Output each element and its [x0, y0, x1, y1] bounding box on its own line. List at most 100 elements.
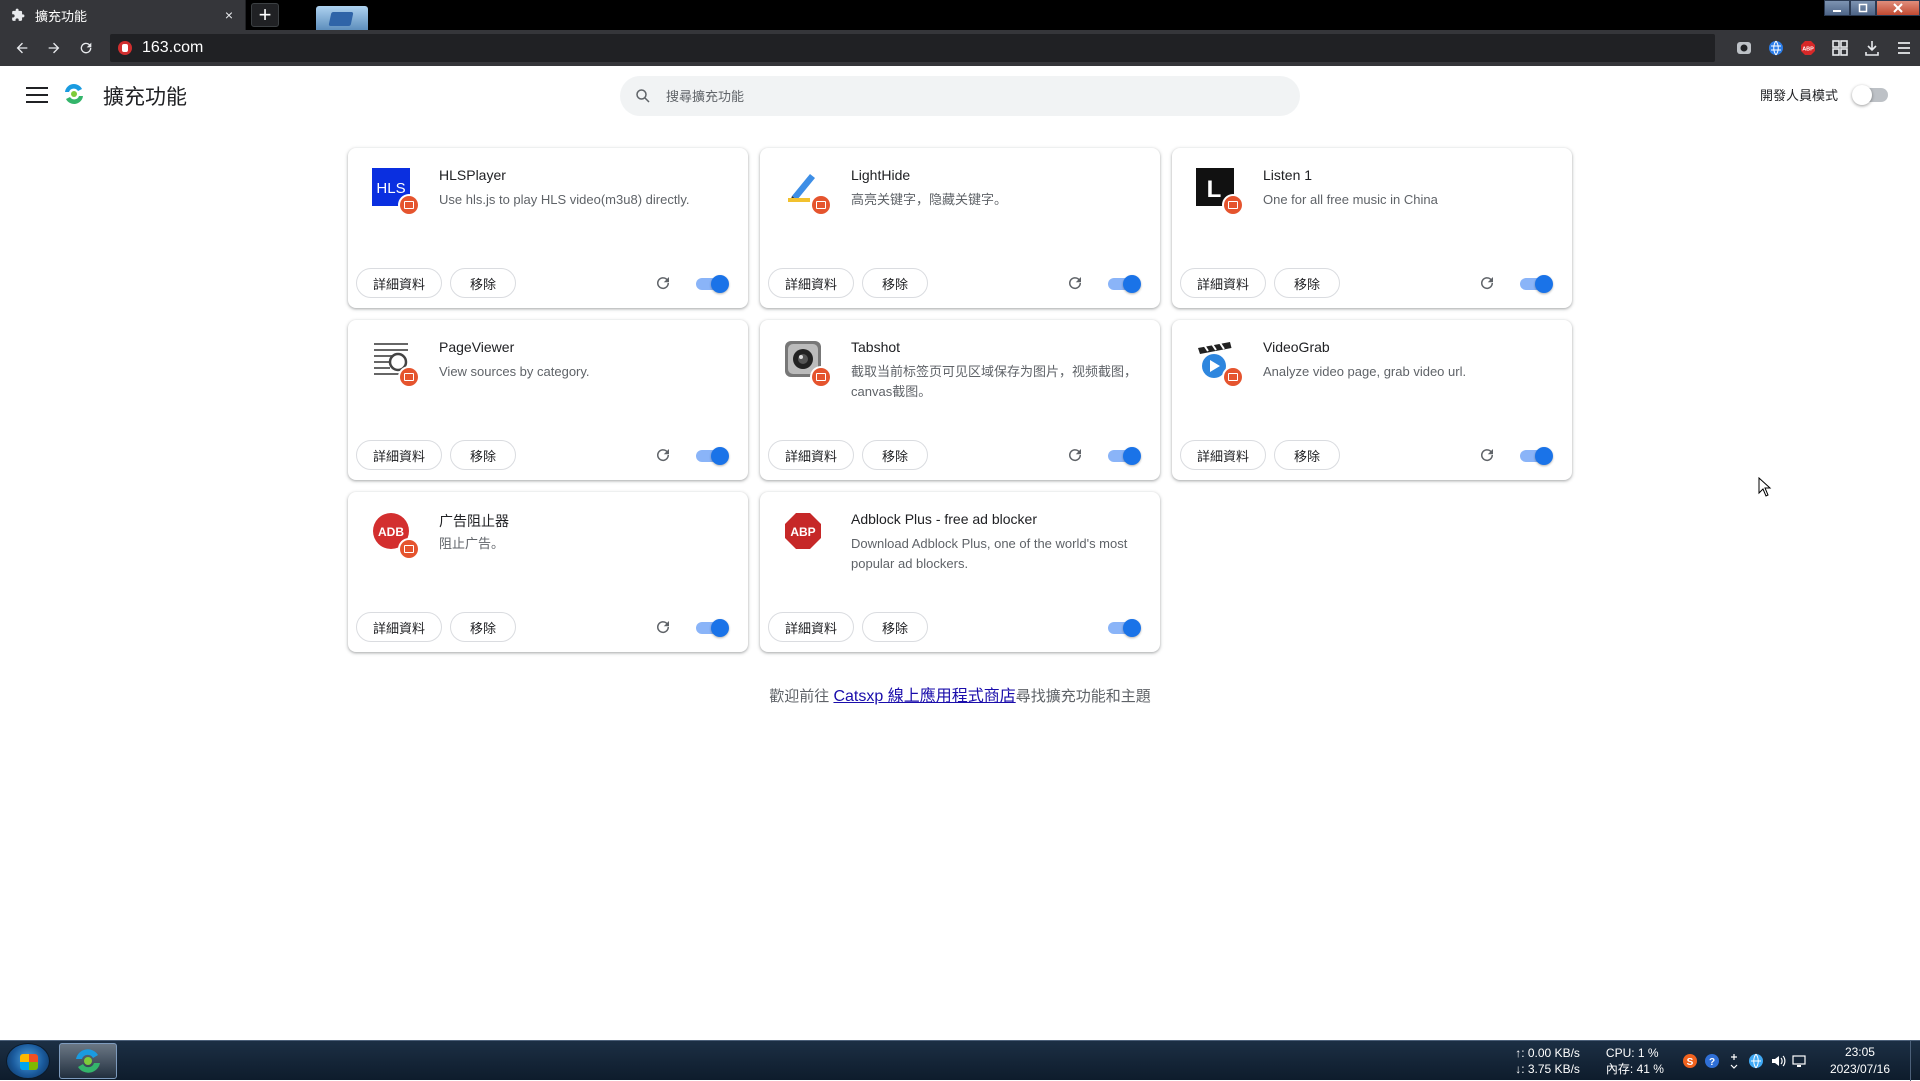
policy-badge-icon: [398, 366, 420, 388]
policy-badge-icon: [398, 194, 420, 216]
extension-card: VideoGrab Analyze video page, grab video…: [1172, 320, 1572, 480]
details-button[interactable]: 詳細資料: [356, 268, 442, 298]
maximize-icon[interactable]: [1850, 0, 1876, 16]
extension-card: L Listen 1 One for all free music in Chi…: [1172, 148, 1572, 308]
clock-date: 2023/07/16: [1829, 1062, 1890, 1076]
download-icon[interactable]: [1856, 30, 1888, 66]
developer-mode-toggle[interactable]: [1852, 84, 1888, 105]
adb-icon: ADB: [372, 512, 420, 560]
reload-extension-icon[interactable]: [1478, 274, 1496, 292]
remove-button[interactable]: 移除: [450, 612, 516, 642]
remove-button[interactable]: 移除: [862, 268, 928, 298]
apps-grid-icon[interactable]: [1824, 30, 1856, 66]
reload-extension-icon[interactable]: [654, 618, 672, 636]
tab-title: 擴充功能: [35, 8, 88, 24]
enable-toggle[interactable]: [696, 619, 729, 637]
camera-extension-icon[interactable]: [1728, 30, 1760, 66]
policy-badge-icon: [398, 538, 420, 560]
enable-toggle[interactable]: [1108, 619, 1141, 637]
enable-toggle[interactable]: [1108, 447, 1141, 465]
sogou-ime-icon[interactable]: S: [1682, 1053, 1698, 1069]
forward-arrow-icon[interactable]: [38, 33, 70, 63]
taskbar-browser-app[interactable]: [59, 1043, 117, 1079]
reload-icon[interactable]: [70, 33, 102, 63]
tab-close-icon[interactable]: ×: [219, 5, 239, 25]
svg-text:ABP: ABP: [1802, 47, 1814, 53]
volume-icon[interactable]: [1770, 1053, 1786, 1069]
details-button[interactable]: 詳細資料: [1180, 268, 1266, 298]
tab-preview-thumbnail[interactable]: [316, 6, 368, 30]
system-tray: ↑: 0.00 KB/s ↓: 3.75 KB/s CPU: 1 % 內存: 4…: [1515, 1041, 1920, 1081]
system-clock[interactable]: 23:05 2023/07/16: [1830, 1044, 1890, 1078]
os-taskbar: ↑: 0.00 KB/s ↓: 3.75 KB/s CPU: 1 % 內存: 4…: [0, 1040, 1920, 1081]
search-box[interactable]: [620, 76, 1300, 116]
details-button[interactable]: 詳細資料: [356, 440, 442, 470]
address-bar[interactable]: 163.com: [110, 34, 1715, 62]
page-magnifier-icon: [372, 340, 420, 388]
details-button[interactable]: 詳細資料: [768, 612, 854, 642]
remove-button[interactable]: 移除: [1274, 440, 1340, 470]
window-close-icon[interactable]: [1876, 0, 1920, 16]
hamburger-menu-icon[interactable]: [26, 84, 48, 106]
enable-toggle[interactable]: [1108, 275, 1141, 293]
browser-menu-icon[interactable]: [1888, 30, 1920, 66]
show-desktop-button[interactable]: [1910, 1041, 1920, 1081]
remove-button[interactable]: 移除: [450, 440, 516, 470]
remove-button[interactable]: 移除: [862, 612, 928, 642]
minimize-icon[interactable]: [1824, 0, 1850, 16]
reload-extension-icon[interactable]: [1066, 274, 1084, 292]
details-button[interactable]: 詳細資料: [768, 440, 854, 470]
toolbar-extension-icons: ABP: [1728, 30, 1920, 66]
details-button[interactable]: 詳細資料: [356, 612, 442, 642]
extension-description: Use hls.js to play HLS video(m3u8) direc…: [439, 192, 690, 207]
globe-tray-icon[interactable]: [1748, 1053, 1764, 1069]
enable-toggle[interactable]: [1520, 447, 1553, 465]
svg-text:S: S: [1687, 1057, 1694, 1068]
browser-tab-extensions[interactable]: 擴充功能 ×: [0, 0, 246, 30]
svg-text:?: ?: [1709, 1057, 1715, 1068]
search-input[interactable]: [666, 88, 1226, 104]
site-favicon-icon: [118, 41, 132, 55]
remove-button[interactable]: 移除: [1274, 268, 1340, 298]
enable-toggle[interactable]: [696, 447, 729, 465]
developer-mode-control: 開發人員模式: [1760, 84, 1888, 105]
enable-toggle[interactable]: [696, 275, 729, 293]
network-icon[interactable]: [1792, 1053, 1808, 1069]
reload-extension-icon[interactable]: [1066, 446, 1084, 464]
back-arrow-icon[interactable]: [6, 33, 38, 63]
policy-badge-icon: [810, 194, 832, 216]
web-store-link[interactable]: Catsxp 線上應用程式商店: [833, 688, 1015, 705]
details-button[interactable]: 詳細資料: [768, 268, 854, 298]
extension-name: Listen 1: [1263, 167, 1313, 183]
search-icon: [634, 87, 652, 105]
network-speed: ↑: 0.00 KB/s ↓: 3.75 KB/s: [1515, 1045, 1580, 1077]
puzzle-icon: [11, 8, 25, 22]
reload-extension-icon[interactable]: [1478, 446, 1496, 464]
globe-extension-icon[interactable]: [1760, 30, 1792, 66]
reload-extension-icon[interactable]: [654, 274, 672, 292]
extension-description: View sources by category.: [439, 364, 590, 379]
hls-icon-text: HLS: [376, 180, 405, 197]
extension-description: 高亮关键字，隐藏关键字。: [851, 192, 1008, 207]
policy-badge-icon: [1222, 366, 1244, 388]
browser-toolbar: 163.com ABP: [0, 30, 1920, 66]
abp-extension-icon[interactable]: ABP: [1792, 30, 1824, 66]
extension-name: LightHide: [851, 167, 911, 183]
tray-arrow-icon[interactable]: [1726, 1053, 1742, 1069]
cpu-usage: CPU: 1 %: [1605, 1046, 1659, 1060]
new-tab-button[interactable]: +: [251, 3, 279, 27]
net-upload: ↑: 0.00 KB/s: [1515, 1046, 1580, 1060]
remove-button[interactable]: 移除: [862, 440, 928, 470]
remove-button[interactable]: 移除: [450, 268, 516, 298]
enable-toggle[interactable]: [1520, 275, 1553, 293]
help-icon[interactable]: ?: [1704, 1053, 1720, 1069]
start-button-icon[interactable]: [6, 1043, 50, 1079]
extensions-grid: HLS HLSPlayer Use hls.js to play HLS vid…: [348, 148, 1572, 652]
page-header: 擴充功能 開發人員模式: [0, 66, 1920, 124]
extension-name: PageViewer: [439, 339, 515, 355]
clapperboard-icon: [1196, 340, 1244, 388]
net-download: ↓: 3.75 KB/s: [1515, 1062, 1580, 1076]
details-button[interactable]: 詳細資料: [1180, 440, 1266, 470]
reload-extension-icon[interactable]: [654, 446, 672, 464]
extension-card: HLS HLSPlayer Use hls.js to play HLS vid…: [348, 148, 748, 308]
